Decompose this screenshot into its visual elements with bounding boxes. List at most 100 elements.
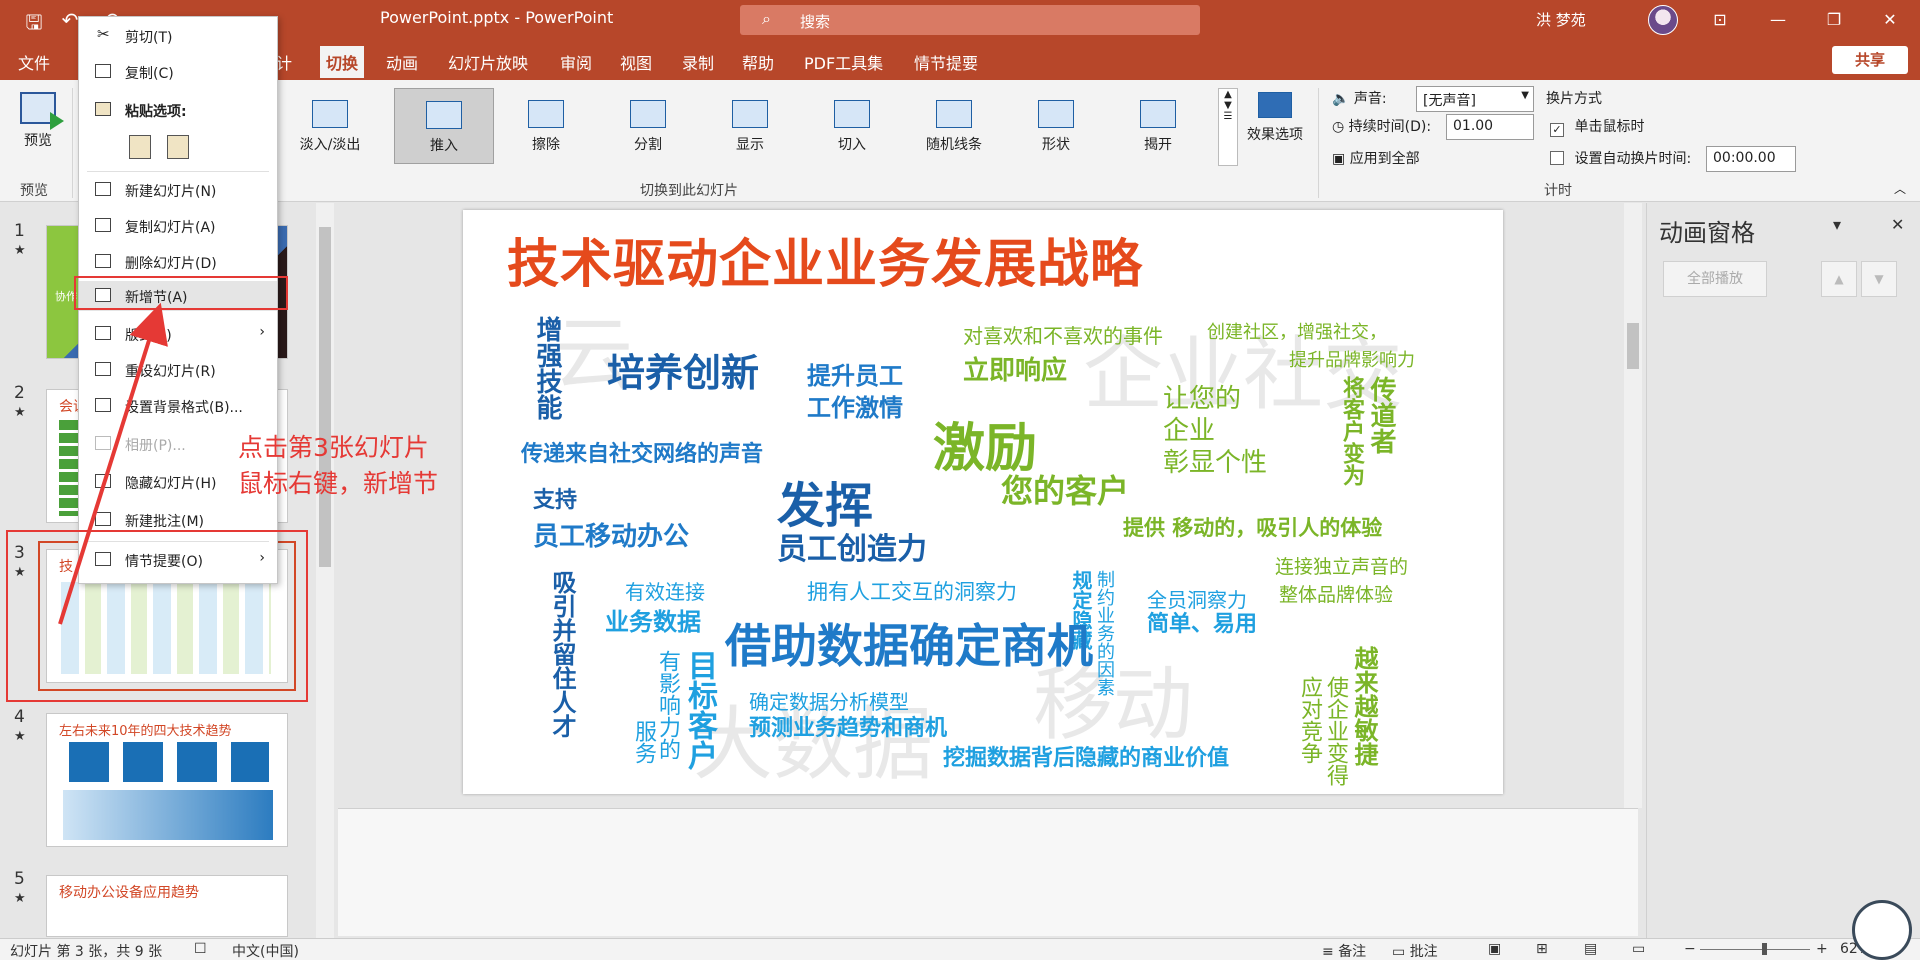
scroll-thumb[interactable] [319,227,331,567]
notes-button[interactable]: ≡ 备注 [1322,941,1366,960]
slide-thumbnail-4[interactable]: 左右未来10年的四大技术趋势 [46,713,288,847]
slide-word: 挖掘数据背后隐藏的商业价值 [943,746,1230,771]
move-up-button[interactable]: ▲ [1821,261,1857,297]
reset-slide-icon [95,362,111,376]
transition-wipe[interactable]: 擦除 [496,88,596,164]
collapse-ribbon-icon[interactable]: ︿ [1894,180,1906,197]
menu-item-new-slide[interactable]: 新建幻灯片(N) [79,175,277,205]
maximize-button[interactable]: ❐ [1814,6,1854,34]
transition-cut[interactable]: 切入 [802,88,902,164]
on-click-checkbox[interactable]: ✓ 单击鼠标时 [1550,116,1644,137]
zoom-slider-handle[interactable] [1762,943,1767,955]
zoom-in-icon[interactable]: + [1816,941,1828,957]
tab-transitions[interactable]: 切换 [320,46,365,78]
paste-picture-icon[interactable] [167,135,189,159]
close-button[interactable]: ✕ [1870,6,1910,34]
slide-thumbnail-5[interactable]: 移动办公设备应用趋势 [46,875,288,937]
minimize-button[interactable]: — [1758,6,1798,34]
shape-icon [1038,100,1074,128]
tab-view[interactable]: 视图 [620,50,652,74]
slide-word: 传道者 [1366,376,1396,454]
menu-item-reset-slide[interactable]: 重设幻灯片(R) [79,355,277,385]
delete-slide-icon [95,254,111,268]
menu-item-duplicate-slide[interactable]: 复制幻灯片(A) [79,211,277,241]
transition-push[interactable]: 推入 [394,88,494,164]
avatar[interactable] [1648,5,1678,35]
tab-animations[interactable]: 动画 [386,50,418,74]
transition-uncover[interactable]: 揭开 [1108,88,1208,164]
paste-keep-format-icon[interactable] [129,135,151,159]
transition-random-bars[interactable]: 随机线条 [904,88,1004,164]
effect-options-label: 效果选项 [1247,127,1303,143]
duration-value: 01.00 [1453,118,1494,134]
search-box[interactable]: ⌕ 搜索 [740,5,1200,35]
transition-shape[interactable]: 形状 [1006,88,1106,164]
menu-item-cut[interactable]: ✂ 剪切(T) [79,21,277,51]
apply-all-icon: ▣ [1332,151,1346,167]
zoom-slider[interactable] [1700,943,1810,955]
accessibility-icon[interactable]: ☐ [194,941,207,957]
menu-label: 复制幻灯片(A) [125,220,216,236]
zoom-out-icon[interactable]: − [1684,941,1696,957]
sound-value: [无声音] [1423,93,1476,109]
thumbnails-scrollbar[interactable] [316,203,334,938]
comments-label: 批注 [1409,944,1438,960]
tab-slideshow[interactable]: 幻灯片放映 [448,50,528,74]
tab-review[interactable]: 审阅 [560,50,592,74]
slide-sorter-icon[interactable]: ⊞ [1536,941,1548,957]
effect-options-icon [1258,92,1292,118]
annotation-line: 点击第3张幻灯片 [238,433,429,462]
tab-storyboard[interactable]: 情节提要 [914,50,978,74]
tab-design[interactable]: 计 [276,50,292,74]
duration-field[interactable]: 01.00 [1446,114,1534,140]
annotation-slide3-box [6,530,308,702]
transition-split[interactable]: 分割 [598,88,698,164]
menu-item-copy[interactable]: 复制(C) [79,57,277,87]
apply-all-button[interactable]: ▣ 应用到全部 [1332,148,1420,168]
annotation-text: 点击第3张幻灯片 鼠标右键，新增节 [238,430,438,502]
share-button[interactable]: 共享 [1832,46,1908,74]
transition-reveal[interactable]: 显示 [700,88,800,164]
transition-fade[interactable]: 淡入/淡出 [280,88,380,164]
group-label-timing: 计时 [1544,183,1572,199]
notes-area[interactable] [338,808,1638,936]
move-down-button[interactable]: ▼ [1861,261,1897,297]
tab-record[interactable]: 录制 [682,50,714,74]
comments-button[interactable]: ▭ 批注 [1392,941,1438,960]
thumb-caption: 移动办公设备应用趋势 [59,885,199,901]
scroll-thumb[interactable] [1627,323,1639,369]
wipe-icon [528,100,564,128]
after-time-field[interactable]: 00:00.00 [1706,146,1796,172]
duration-row: ◷ 持续时间(D): [1332,116,1431,136]
user-name[interactable]: 洪 梦苑 [1536,9,1586,30]
play-all-button[interactable]: 全部播放 [1663,261,1767,297]
menu-item-delete-slide[interactable]: 删除幻灯片(D) [79,247,277,277]
normal-view-icon[interactable]: ▣ [1488,941,1501,957]
reading-view-icon[interactable]: ▤ [1584,941,1597,957]
current-slide[interactable]: 云 企业社交 移动 大数据 技术驱动企业业务发展战略 增强技能 培养创新 提升员… [463,210,1503,794]
preview-button[interactable]: 预览 [10,86,66,176]
editor-scrollbar[interactable] [1624,203,1642,808]
pane-options-icon[interactable]: ▾ [1833,215,1841,234]
language-indicator[interactable]: 中文(中国) [232,941,299,960]
tab-pdf[interactable]: PDF工具集 [804,50,883,74]
sound-row: 🔈 声音: [1332,88,1387,108]
after-checkbox[interactable]: 设置自动换片时间: [1550,148,1691,168]
gallery-scroll[interactable]: ▲ ▼ ☰ [1218,88,1238,166]
tab-help[interactable]: 帮助 [742,50,774,74]
slide-word: 增强技能 [532,316,562,420]
pane-close-icon[interactable]: ✕ [1891,215,1904,234]
slide-word: 您的客户 [1001,472,1130,510]
slideshow-icon[interactable]: ▭ [1632,941,1645,957]
ribbon-display-icon[interactable]: ⊡ [1700,6,1740,34]
menu-item-layout[interactable]: 版式(L) › [79,319,277,349]
save-icon[interactable]: 🖫 [20,8,48,42]
tab-file[interactable]: 文件 [18,50,50,74]
cut-transition-icon [834,100,870,128]
slide-word: 提供 移动的，吸引人的体验 [1123,516,1383,540]
sound-select[interactable]: [无声音] ▼ [1416,86,1534,112]
menu-item-format-background[interactable]: 设置背景格式(B)... [79,391,277,421]
transition-label: 切入 [838,137,866,153]
sound-label: 声音: [1353,91,1387,107]
effect-options-button[interactable]: 效果选项 [1240,92,1310,162]
